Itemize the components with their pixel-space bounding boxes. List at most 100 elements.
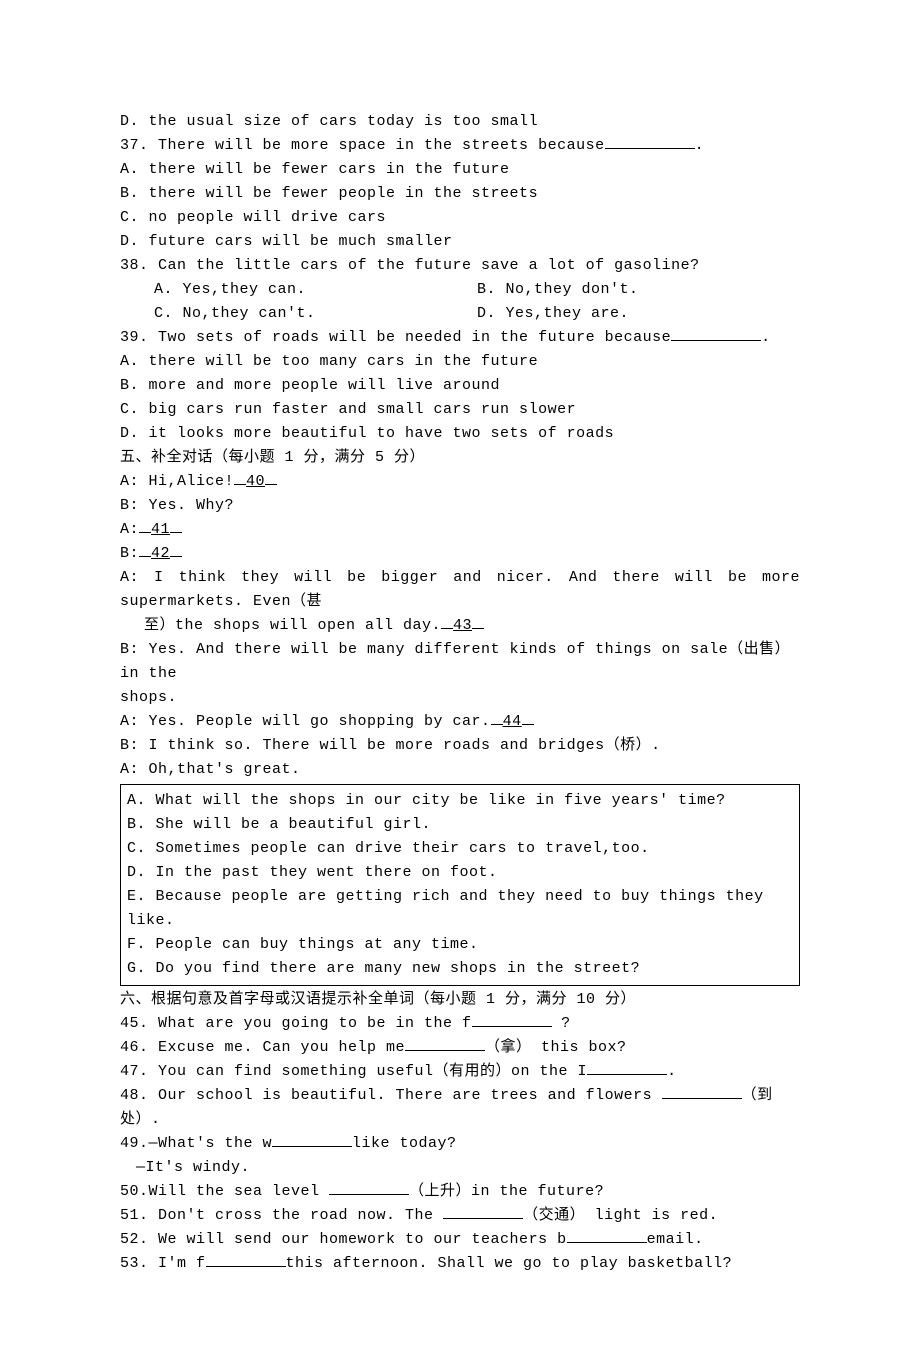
dialog-l5b-blank-left[interactable] [441, 615, 453, 630]
q49a-post: like today? [352, 1135, 457, 1152]
q46-blank[interactable] [405, 1037, 485, 1052]
q36-option-d: D. the usual size of cars today is too s… [120, 110, 800, 134]
q39-stem: 39. Two sets of roads will be needed in … [120, 326, 800, 350]
dialog-l5b-pre: 至）the shops will open all day. [144, 617, 441, 634]
dialog-line3: A: 41 [120, 518, 800, 542]
q38-option-b: B. No,they don't. [477, 278, 800, 302]
q51: 51. Don't cross the road now. The （交通） l… [120, 1204, 800, 1228]
q50-post: （上升）in the future? [409, 1183, 604, 1200]
option-a: A. What will the shops in our city be li… [127, 789, 793, 813]
q52-blank[interactable] [567, 1229, 647, 1244]
dialog-l7-pre: A: Yes. People will go shopping by car. [120, 713, 491, 730]
q45-post: ? [552, 1015, 571, 1032]
dialog-l4-blank-right[interactable] [170, 543, 182, 558]
q39-option-c: C. big cars run faster and small cars ru… [120, 398, 800, 422]
q49a-blank[interactable] [272, 1133, 352, 1148]
q39-option-a: A. there will be too many cars in the fu… [120, 350, 800, 374]
q50: 50.Will the sea level （上升）in the future? [120, 1180, 800, 1204]
dialog-l4-num: 42 [151, 545, 170, 562]
dialog-line1: A: Hi,Alice! 40 [120, 470, 800, 494]
option-e: E. Because people are getting rich and t… [127, 885, 793, 933]
q50-pre: 50.Will the sea level [120, 1183, 329, 1200]
option-f: F. People can buy things at any time. [127, 933, 793, 957]
q37-option-d: D. future cars will be much smaller [120, 230, 800, 254]
dialog-l1-num: 40 [246, 473, 265, 490]
q45: 45. What are you going to be in the f ? [120, 1012, 800, 1036]
q48: 48. Our school is beautiful. There are t… [120, 1084, 800, 1132]
q47: 47. You can find something useful（有用的）on… [120, 1060, 800, 1084]
q46-post: （拿） this box? [485, 1039, 627, 1056]
q45-blank[interactable] [472, 1013, 552, 1028]
q39-option-d: D. it looks more beautiful to have two s… [120, 422, 800, 446]
option-b: B. She will be a beautiful girl. [127, 813, 793, 837]
q37-option-c: C. no people will drive cars [120, 206, 800, 230]
q48-pre: 48. Our school is beautiful. There are t… [120, 1087, 662, 1104]
dialog-line2: B: Yes. Why? [120, 494, 800, 518]
q49a: 49.—What's the w like today? [120, 1132, 800, 1156]
dialog-l4-pre: B: [120, 545, 139, 562]
q37-option-a: A. there will be fewer cars in the futur… [120, 158, 800, 182]
q53-pre: 53. I'm f [120, 1255, 206, 1272]
dialog-line5a: A: I think they will be bigger and nicer… [120, 566, 800, 614]
dialog-line4: B: 42 [120, 542, 800, 566]
q52: 52. We will send our homework to our tea… [120, 1228, 800, 1252]
q47-post: . [667, 1063, 677, 1080]
dialog-l7-num: 44 [503, 713, 522, 730]
q39-stem-post: . [761, 329, 771, 346]
q38-option-d: D. Yes,they are. [477, 302, 800, 326]
q38-stem: 38. Can the little cars of the future sa… [120, 254, 800, 278]
q46: 46. Excuse me. Can you help me （拿） this b… [120, 1036, 800, 1060]
section5-title: 五、补全对话（每小题 1 分，满分 5 分） [120, 446, 800, 470]
q38-row1: A. Yes,they can. B. No,they don't. [120, 278, 800, 302]
q53-post: this afternoon. Shall we go to play bask… [286, 1255, 733, 1272]
dialog-line5b: 至）the shops will open all day. 43 [120, 614, 800, 638]
dialog-l3-num: 41 [151, 521, 170, 538]
dialog-line7: A: Yes. People will go shopping by car. 4… [120, 710, 800, 734]
q51-pre: 51. Don't cross the road now. The [120, 1207, 443, 1224]
dialog-options-box: A. What will the shops in our city be li… [120, 784, 800, 986]
dialog-line6b: shops. [120, 686, 800, 710]
dialog-line8: B: I think so. There will be more roads … [120, 734, 800, 758]
dialog-l7-blank-left[interactable] [491, 711, 503, 726]
q48-blank[interactable] [662, 1085, 742, 1100]
q37-option-b: B. there will be fewer people in the str… [120, 182, 800, 206]
q47-pre: 47. You can find something useful（有用的）on… [120, 1063, 587, 1080]
q47-blank[interactable] [587, 1061, 667, 1076]
option-g: G. Do you find there are many new shops … [127, 957, 793, 981]
dialog-l7-blank-right[interactable] [522, 711, 534, 726]
dialog-line9: A: Oh,that's great. [120, 758, 800, 782]
q45-pre: 45. What are you going to be in the f [120, 1015, 472, 1032]
q53: 53. I'm f this afternoon. Shall we go to … [120, 1252, 800, 1276]
q39-option-b: B. more and more people will live around [120, 374, 800, 398]
q51-blank[interactable] [443, 1205, 523, 1220]
q52-post: email. [647, 1231, 704, 1248]
q38-option-a: A. Yes,they can. [154, 278, 477, 302]
q37-stem: 37. There will be more space in the stre… [120, 134, 800, 158]
section6-title: 六、根据句意及首字母或汉语提示补全单词（每小题 1 分，满分 10 分） [120, 988, 800, 1012]
dialog-l5b-num: 43 [453, 617, 472, 634]
q39-stem-pre: 39. Two sets of roads will be needed in … [120, 329, 671, 346]
dialog-l5b-blank-right[interactable] [472, 615, 484, 630]
dialog-line6a: B: Yes. And there will be many different… [120, 638, 800, 686]
q49b: —It's windy. [120, 1156, 800, 1180]
q53-blank[interactable] [206, 1253, 286, 1268]
dialog-l1-pre: A: Hi,Alice! [120, 473, 234, 490]
q50-blank[interactable] [329, 1181, 409, 1196]
q37-stem-pre: 37. There will be more space in the stre… [120, 137, 605, 154]
q38-row2: C. No,they can't. D. Yes,they are. [120, 302, 800, 326]
dialog-l3-blank-left[interactable] [139, 519, 151, 534]
q39-blank[interactable] [671, 327, 761, 342]
q38-option-c: C. No,they can't. [154, 302, 477, 326]
option-d: D. In the past they went there on foot. [127, 861, 793, 885]
q37-blank[interactable] [605, 135, 695, 150]
q46-pre: 46. Excuse me. Can you help me [120, 1039, 405, 1056]
dialog-l3-blank-right[interactable] [170, 519, 182, 534]
q49a-pre: 49.—What's the w [120, 1135, 272, 1152]
dialog-l1-blank-left[interactable] [234, 471, 246, 486]
option-c: C. Sometimes people can drive their cars… [127, 837, 793, 861]
q51-post: （交通） light is red. [523, 1207, 718, 1224]
dialog-l3-pre: A: [120, 521, 139, 538]
dialog-l4-blank-left[interactable] [139, 543, 151, 558]
q37-stem-post: . [695, 137, 705, 154]
dialog-l1-blank-right[interactable] [265, 471, 277, 486]
